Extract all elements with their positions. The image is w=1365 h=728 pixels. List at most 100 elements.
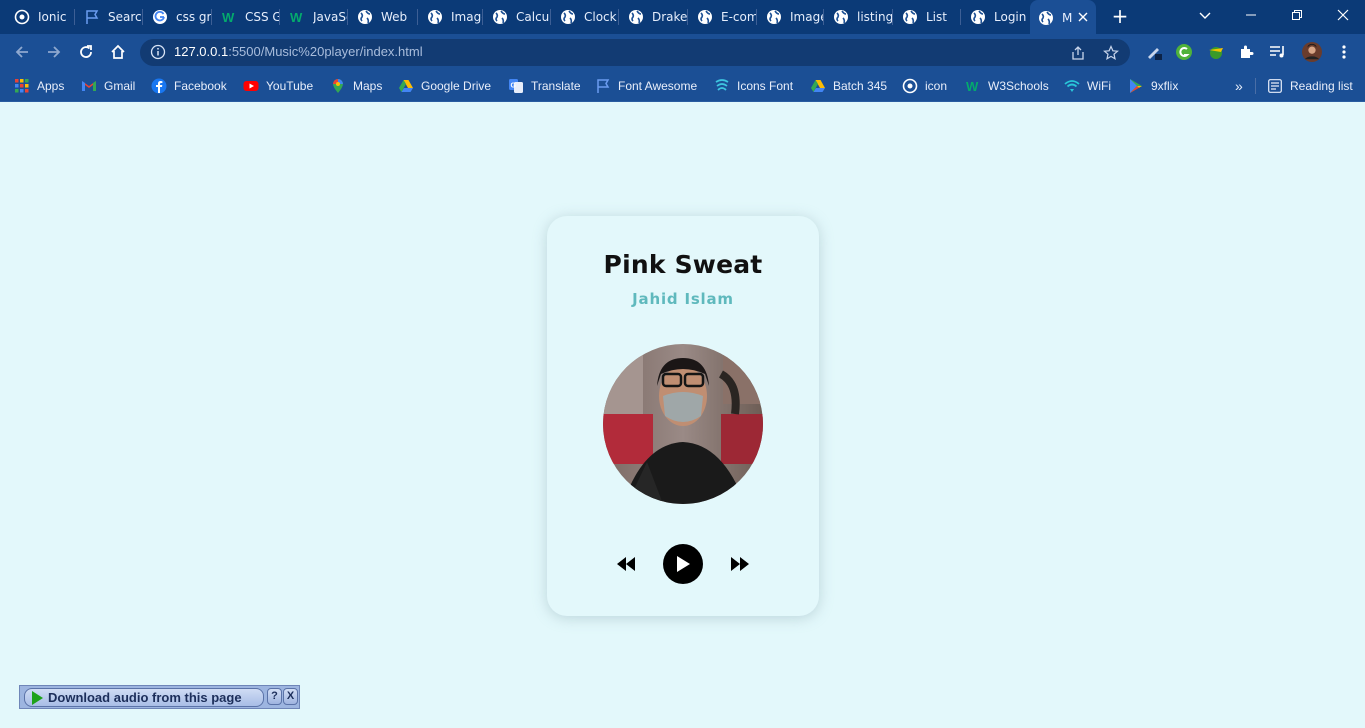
address-bar[interactable]: 127.0.0.1:5500/Music%20player/index.html [140, 39, 1130, 66]
bookmark-item[interactable]: icon [902, 77, 947, 95]
globe-icon [970, 9, 986, 25]
browser-tab[interactable]: E-commerce [689, 4, 756, 30]
media-control-button[interactable] [1268, 42, 1288, 62]
ionic-icon [14, 9, 30, 25]
browser-tab[interactable]: Clock [552, 4, 618, 30]
tab-separator [142, 9, 143, 25]
browser-tab[interactable]: W JavaScript [281, 4, 347, 30]
ionic-icon [902, 78, 918, 94]
download-audio-bar: Download audio from this page ? X [19, 685, 300, 709]
url-text[interactable]: 127.0.0.1:5500/Music%20player/index.html [174, 44, 423, 59]
close-window-button[interactable] [1320, 0, 1365, 30]
svg-text:W: W [290, 10, 303, 25]
avatar-icon [1302, 42, 1322, 62]
tab-title: listing [857, 10, 892, 24]
bookmark-item[interactable]: G Translate [508, 77, 581, 95]
bookmark-item[interactable]: WiFi [1064, 77, 1111, 95]
browser-menu-button[interactable] [1334, 42, 1354, 62]
browser-tab[interactable]: List [894, 4, 960, 30]
back-button[interactable] [10, 40, 34, 64]
reload-icon [80, 45, 92, 58]
browser-tab[interactable]: Image [419, 4, 482, 30]
bookmark-item[interactable]: Maps [330, 77, 382, 95]
album-cover-image [603, 344, 763, 504]
flag-icon [595, 78, 611, 94]
close-icon [1337, 9, 1349, 21]
minimize-button[interactable] [1228, 0, 1274, 30]
browser-tab[interactable]: Web [349, 4, 417, 30]
extension-grammarly-button[interactable] [1174, 42, 1194, 62]
browser-tab[interactable]: Image [758, 4, 823, 30]
restore-button[interactable] [1274, 0, 1320, 30]
browser-tab[interactable]: Drake [620, 4, 687, 30]
browser-tab[interactable]: W CSS Grid [213, 4, 279, 30]
forward-button[interactable] [42, 40, 66, 64]
info-icon[interactable] [150, 44, 166, 60]
download-audio-button[interactable]: Download audio from this page [24, 688, 264, 707]
reading-list-button[interactable]: Reading list [1267, 77, 1353, 95]
extension-globe-button[interactable] [1206, 42, 1226, 62]
tab-separator [823, 9, 824, 25]
tab-title: Drake [652, 10, 687, 24]
tab-separator [347, 9, 348, 25]
next-button[interactable] [729, 554, 751, 574]
browser-tab[interactable]: listing [825, 4, 892, 30]
bookmarks-overflow-button[interactable]: » [1235, 77, 1243, 95]
bookmark-item[interactable]: Font Awesome [595, 77, 697, 95]
tab-strip: IonicSearchcss gridWCSS GridWJavaScriptW… [0, 0, 1365, 34]
bookmark-label: Apps [37, 79, 65, 93]
download-play-icon [32, 690, 43, 705]
bookmark-star-button[interactable] [1101, 43, 1121, 63]
pen-extension-icon [1148, 48, 1162, 60]
tab-search-button[interactable] [1182, 0, 1228, 30]
bookmark-item[interactable]: Apps [14, 77, 64, 95]
browser-tab[interactable]: Login [962, 4, 1028, 30]
extension-pen-button[interactable] [1144, 42, 1164, 62]
bookmark-item[interactable]: W W3Schools [965, 77, 1049, 95]
bookmark-label: WiFi [1087, 79, 1111, 93]
share-button[interactable] [1068, 43, 1088, 63]
close-tab-icon[interactable] [1078, 10, 1088, 26]
cover-photo-illustration [603, 344, 763, 504]
bookmark-label: Icons Font [737, 79, 794, 93]
browser-tab[interactable]: Calculator [484, 4, 550, 30]
tab-title: Login [994, 10, 1027, 24]
drive-icon [398, 78, 414, 94]
download-close-button[interactable]: X [283, 688, 298, 705]
bookmark-label: YouTube [266, 79, 314, 93]
browser-tab[interactable]: Ionic [6, 4, 74, 30]
play-button[interactable] [663, 544, 703, 584]
new-tab-button[interactable]: + [1108, 5, 1132, 29]
bookmark-item[interactable]: 9xflix [1128, 77, 1178, 95]
tab-title: E-commerce [721, 10, 756, 24]
bookmark-label: Font Awesome [618, 79, 698, 93]
bookmark-label: Facebook [174, 79, 227, 93]
profile-avatar[interactable] [1302, 42, 1322, 62]
grammarly-icon [1176, 44, 1192, 60]
browser-tab[interactable]: css grid [144, 4, 211, 30]
svg-text:W: W [966, 79, 979, 94]
tab-title: Web [381, 10, 408, 24]
tab-separator [417, 9, 418, 25]
browser-tab[interactable]: Music [1030, 0, 1096, 34]
tab-separator [279, 9, 280, 25]
previous-button[interactable] [615, 554, 637, 574]
bookmark-item[interactable]: Google Drive [398, 77, 491, 95]
home-button[interactable] [106, 40, 130, 64]
extensions-button[interactable] [1237, 42, 1257, 62]
download-audio-label: Download audio from this page [48, 690, 242, 705]
download-help-button[interactable]: ? [267, 688, 282, 705]
bookmark-item[interactable]: Gmail [81, 77, 135, 95]
gmail-icon [81, 78, 97, 94]
bookmark-item[interactable]: Facebook [151, 77, 227, 95]
home-icon [111, 44, 125, 59]
arrow-right-icon [48, 46, 61, 58]
bookmark-item[interactable]: YouTube [243, 77, 313, 95]
bookmark-item[interactable]: Icons Font [714, 77, 793, 95]
restore-icon [1292, 10, 1302, 20]
reload-button[interactable] [74, 40, 98, 64]
bookmark-item[interactable]: Batch 345 [810, 77, 887, 95]
browser-tab[interactable]: Search [76, 4, 142, 30]
puzzle-icon [1241, 45, 1254, 58]
svg-text:G: G [511, 83, 517, 90]
